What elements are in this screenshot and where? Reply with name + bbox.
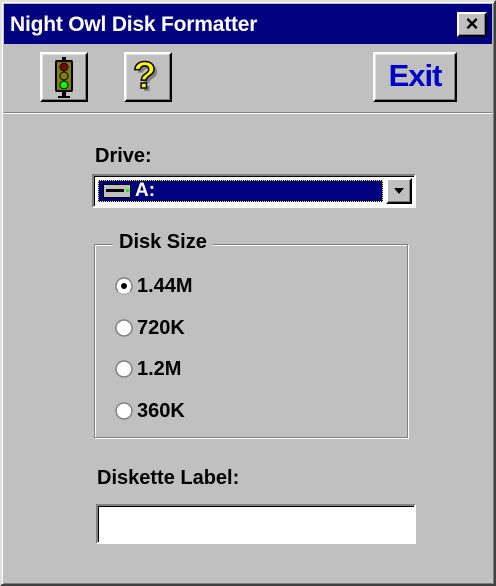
disk-size-title: Disk Size — [113, 231, 213, 254]
svg-text:?: ? — [133, 57, 156, 97]
chevron-down-icon — [394, 188, 404, 194]
toolbar-separator — [4, 112, 492, 114]
radio-selected-icon[interactable] — [115, 277, 133, 295]
drive-dropdown-button[interactable] — [386, 178, 412, 204]
drive-select-value[interactable]: A: — [98, 180, 383, 202]
radio-label: 1.2M — [137, 358, 182, 380]
radio-label: 360K — [137, 400, 185, 422]
radio-label: 1.44M — [137, 275, 193, 297]
radio-label: 720K — [137, 317, 185, 339]
radio-unselected-icon[interactable] — [115, 402, 133, 420]
question-mark-icon: ? ? — [132, 57, 159, 99]
window-title: Night Owl Disk Formatter — [10, 13, 258, 36]
disk-size-group: Disk Size 1.44M 720K 1.2M 360K — [94, 231, 408, 438]
start-format-button[interactable] — [40, 52, 88, 102]
formatter-window: Night Owl Disk Formatter × ? ? Exit Driv… — [0, 0, 496, 586]
floppy-drive-icon — [103, 184, 131, 198]
diskette-label-caption: Diskette Label: — [97, 467, 240, 489]
drive-label: Drive: — [95, 145, 152, 167]
radio-unselected-icon[interactable] — [115, 319, 133, 337]
diskette-label-input[interactable] — [96, 504, 416, 544]
traffic-light-icon — [55, 57, 73, 98]
close-button[interactable]: × — [457, 12, 487, 37]
exit-button[interactable]: Exit — [373, 52, 457, 102]
title-bar[interactable]: Night Owl Disk Formatter × — [4, 4, 492, 44]
close-icon: × — [465, 11, 479, 36]
radio-unselected-icon[interactable] — [115, 360, 133, 378]
drive-select[interactable]: A: — [92, 174, 416, 208]
drive-value-text: A: — [135, 180, 156, 201]
help-button[interactable]: ? ? — [124, 52, 172, 102]
exit-button-label: Exit — [388, 58, 443, 93]
